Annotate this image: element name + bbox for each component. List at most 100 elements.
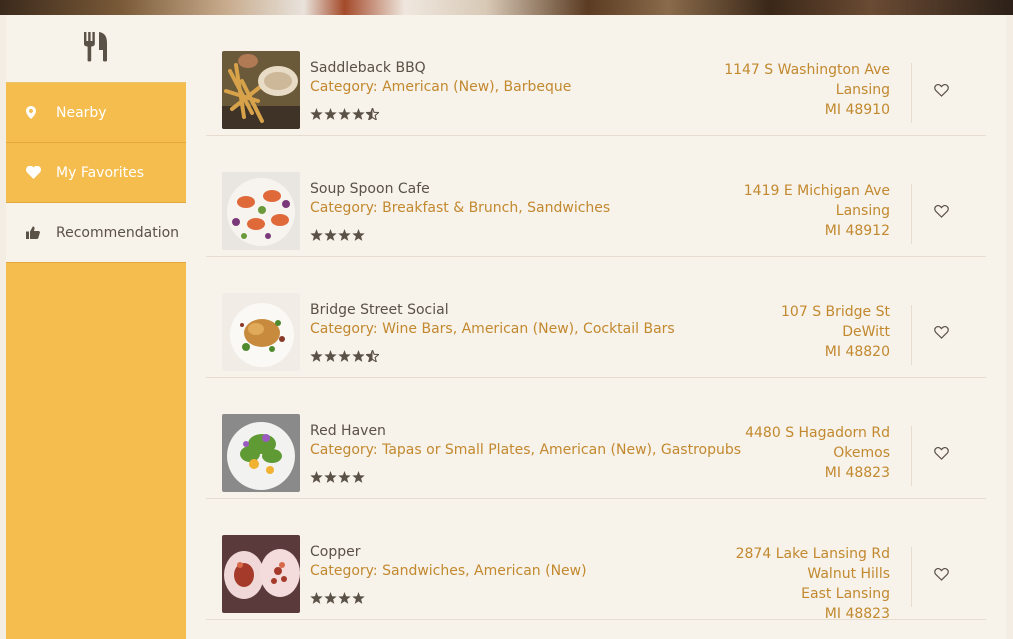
star-icon xyxy=(338,226,351,245)
map-marker-icon xyxy=(24,106,56,119)
restaurant-address: 2874 Lake Lansing Rd Walnut Hills East Lan… xyxy=(736,544,890,624)
restaurant-category: Category: Wine Bars, American (New), Coc… xyxy=(310,321,675,337)
star-icon xyxy=(310,468,323,487)
star-icon xyxy=(338,105,351,124)
restaurant-name[interactable]: Copper xyxy=(310,544,360,560)
category-values: American (New), Barbeque xyxy=(382,79,572,95)
favorite-heart-icon[interactable] xyxy=(932,444,950,462)
half-star-icon xyxy=(364,105,381,124)
app-logo[interactable] xyxy=(6,15,186,83)
star-icon xyxy=(324,468,337,487)
category-values: Tapas or Small Plates, American (New), G… xyxy=(382,442,742,458)
restaurant-name[interactable]: Saddleback BBQ xyxy=(310,60,426,76)
star-icon xyxy=(310,589,323,608)
restaurant-address: 4480 S Hagadorn Rd Okemos MI 48823 xyxy=(745,423,890,483)
sidebar-item-recommendation[interactable]: Recommendation xyxy=(6,203,186,263)
restaurant-photo[interactable] xyxy=(222,414,300,492)
address-line: East Lansing xyxy=(801,586,890,602)
restaurant-row[interactable]: Copper Category: Sandwiches, American (Ne… xyxy=(206,499,986,622)
sidebar-item-my-favorites[interactable]: My Favorites xyxy=(6,143,186,203)
restaurant-category: Category: Breakfast & Brunch, Sandwiches xyxy=(310,200,610,216)
rating-stars xyxy=(310,468,365,487)
category-prefix: Category: xyxy=(310,200,383,216)
star-icon xyxy=(352,468,365,487)
row-divider xyxy=(911,426,912,486)
utensils-icon xyxy=(83,31,109,66)
favorite-heart-icon[interactable] xyxy=(932,565,950,583)
star-icon xyxy=(352,226,365,245)
star-icon xyxy=(324,105,337,124)
heart-icon xyxy=(24,166,56,179)
restaurant-category: Category: Tapas or Small Plates, America… xyxy=(310,442,741,458)
address-line: 1147 S Washington Ave xyxy=(724,62,890,78)
category-values: Wine Bars, American (New), Cocktail Bars xyxy=(382,321,675,337)
address-line: 1419 E Michigan Ave xyxy=(743,183,890,199)
favorite-heart-icon[interactable] xyxy=(932,323,950,341)
address-line: Lansing xyxy=(835,203,890,219)
address-line: 107 S Bridge St xyxy=(781,304,890,320)
star-icon xyxy=(324,347,337,366)
category-values: Breakfast & Brunch, Sandwiches xyxy=(382,200,611,216)
restaurant-photo[interactable] xyxy=(222,293,300,371)
row-divider xyxy=(911,63,912,123)
header-food-banner xyxy=(0,0,1013,15)
thumbs-up-icon xyxy=(24,226,56,239)
row-divider xyxy=(911,184,912,244)
row-divider xyxy=(911,305,912,365)
address-line: MI 48823 xyxy=(824,606,890,622)
restaurant-photo[interactable] xyxy=(222,535,300,613)
address-line: Walnut Hills xyxy=(807,566,890,582)
sidebar-item-label: My Favorites xyxy=(56,164,145,181)
address-line: MI 48910 xyxy=(824,102,890,118)
star-icon xyxy=(310,226,323,245)
favorite-heart-icon[interactable] xyxy=(932,81,950,99)
address-line: DeWitt xyxy=(842,324,890,340)
star-icon xyxy=(338,589,351,608)
star-icon xyxy=(352,105,365,124)
restaurant-category: Category: American (New), Barbeque xyxy=(310,79,571,95)
sidebar: Nearby My Favorites Recommendation xyxy=(6,15,186,639)
restaurant-photo[interactable] xyxy=(222,172,300,250)
address-line: 2874 Lake Lansing Rd xyxy=(735,546,890,562)
restaurant-name[interactable]: Soup Spoon Cafe xyxy=(310,181,430,197)
restaurant-row[interactable]: Red Haven Category: Tapas or Small Plates… xyxy=(206,378,986,499)
address-line: MI 48823 xyxy=(824,465,890,481)
category-prefix: Category: xyxy=(310,563,383,579)
row-divider xyxy=(911,547,912,607)
restaurant-address: 107 S Bridge St DeWitt MI 48820 xyxy=(781,302,890,362)
sidebar-item-label: Recommendation xyxy=(56,224,180,241)
star-icon xyxy=(310,347,323,366)
rating-stars xyxy=(310,347,381,366)
sidebar-item-nearby[interactable]: Nearby xyxy=(6,83,186,143)
restaurant-address: 1419 E Michigan Ave Lansing MI 48912 xyxy=(744,181,890,241)
category-prefix: Category: xyxy=(310,321,383,337)
restaurant-name[interactable]: Red Haven xyxy=(310,423,386,439)
restaurant-row[interactable]: Bridge Street Social Category: Wine Bars,… xyxy=(206,257,986,378)
restaurant-photo[interactable] xyxy=(222,51,300,129)
restaurant-list-panel: Saddleback BBQ Category: American (New), … xyxy=(186,15,1006,639)
category-prefix: Category: xyxy=(310,442,383,458)
rating-stars xyxy=(310,105,381,124)
restaurant-row[interactable]: Saddleback BBQ Category: American (New), … xyxy=(206,15,986,136)
sidebar-item-label: Nearby xyxy=(56,104,107,121)
star-icon xyxy=(324,226,337,245)
star-icon xyxy=(324,589,337,608)
half-star-icon xyxy=(364,347,381,366)
address-line: 4480 S Hagadorn Rd xyxy=(745,425,890,441)
restaurant-row[interactable]: Soup Spoon Cafe Category: Breakfast & Bru… xyxy=(206,136,986,257)
page-right-border xyxy=(1006,15,1013,639)
star-icon xyxy=(352,589,365,608)
category-values: Sandwiches, American (New) xyxy=(382,563,587,579)
rating-stars xyxy=(310,226,365,245)
restaurant-category: Category: Sandwiches, American (New) xyxy=(310,563,587,579)
restaurant-address: 1147 S Washington Ave Lansing MI 48910 xyxy=(724,60,890,120)
address-line: MI 48820 xyxy=(824,344,890,360)
restaurant-name[interactable]: Bridge Street Social xyxy=(310,302,449,318)
address-line: MI 48912 xyxy=(824,223,890,239)
category-prefix: Category: xyxy=(310,79,383,95)
star-icon xyxy=(338,468,351,487)
favorite-heart-icon[interactable] xyxy=(932,202,950,220)
star-icon xyxy=(352,347,365,366)
star-icon xyxy=(338,347,351,366)
address-line: Okemos xyxy=(833,445,890,461)
